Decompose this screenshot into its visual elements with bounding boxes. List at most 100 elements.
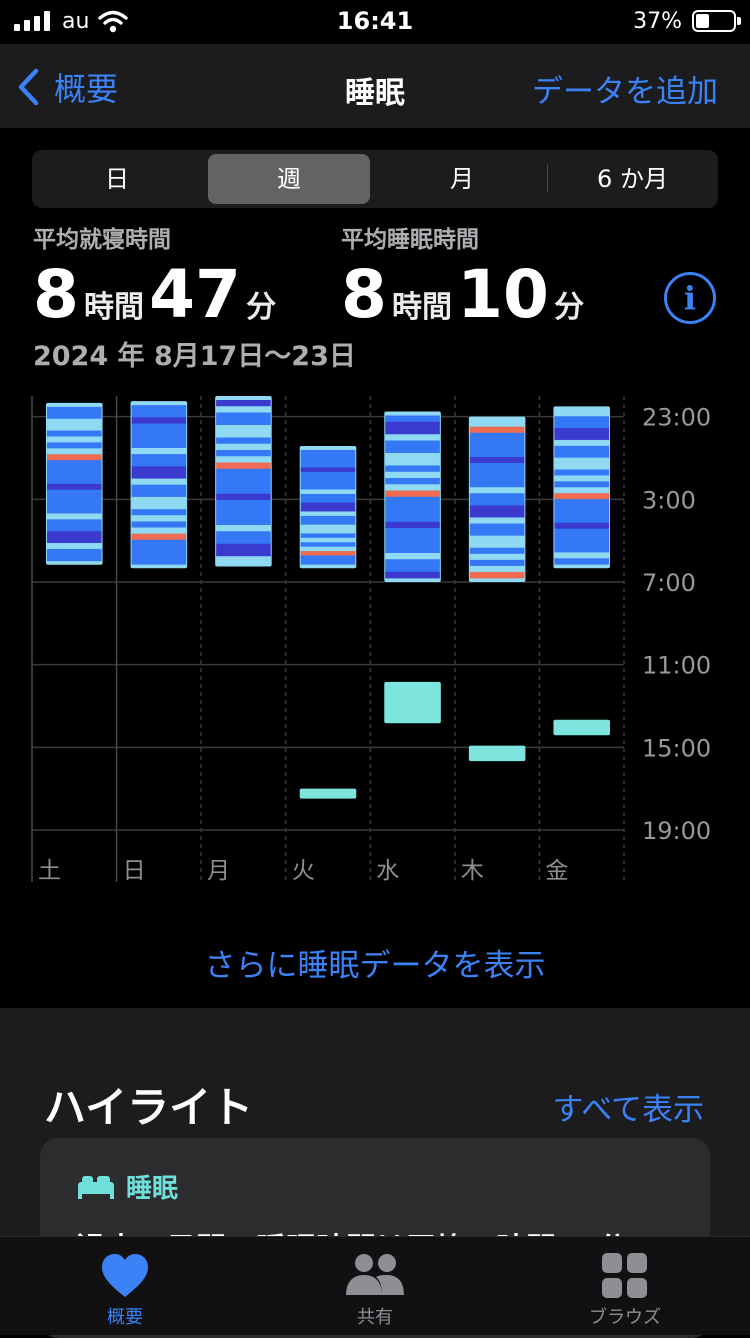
sleep-stage-segment [469, 565, 525, 573]
sleep-stage-segment [385, 521, 440, 529]
sleep-stage-segment [385, 453, 440, 460]
x-tick-label: 土 [38, 858, 61, 884]
sleep-stage-segment [216, 487, 271, 495]
add-data-button[interactable]: データを追加 [532, 66, 718, 111]
sleep-stage-segment [554, 528, 609, 536]
sleep-stage-segment [131, 472, 187, 479]
sleep-stage-segment [47, 548, 102, 556]
sleep-minutes: 10 [457, 256, 549, 333]
y-tick-label: 11:00 [642, 652, 711, 680]
sleep-stage-segment [300, 467, 356, 473]
sleep-stage-segment [216, 500, 271, 507]
sleep-stage-segment [131, 551, 187, 559]
segment-week[interactable]: 週 [208, 150, 370, 208]
sleep-stage-segment [47, 554, 102, 562]
tab-sharing[interactable]: 共有 [295, 1237, 455, 1335]
nap-bar [553, 719, 610, 736]
sleep-stage-segment [385, 484, 440, 491]
sleep-stage-segment [47, 489, 102, 497]
x-tick-label: 月 [207, 858, 230, 884]
sleep-stage-segment [131, 423, 187, 431]
sleep-stage-segment [216, 518, 271, 526]
sleep-stage-segment [554, 499, 609, 506]
sleep-stage-segment [47, 507, 102, 514]
show-more-sleep-data-link[interactable]: さらに睡眠データを表示 [0, 940, 750, 985]
sleep-stage-segment [300, 524, 356, 530]
sleep-stage-segment [216, 525, 271, 532]
sleep-stage-segment [554, 558, 609, 565]
sleep-stage-segment [216, 537, 271, 545]
sleep-stage-segment [131, 503, 187, 510]
sleep-stage-segment [385, 553, 440, 560]
sleep-stage-segment [469, 469, 525, 476]
sleep-stage-segment [47, 436, 102, 443]
y-tick-label: 7:00 [642, 569, 696, 597]
sleep-stage-segment [554, 428, 609, 435]
tab-browse[interactable]: ブラウズ [545, 1237, 705, 1335]
sleep-stage-segment [47, 454, 102, 461]
avg-bedtime-value: 8 時間 47 分 [33, 262, 276, 328]
sleep-stage-segment [216, 468, 271, 476]
sleep-stage-segment [131, 527, 187, 535]
sleep-stage-segment [554, 510, 609, 518]
sleep-stage-segment [47, 525, 102, 532]
nap-bar [299, 788, 357, 799]
sleep-stage-segment [554, 487, 609, 494]
sleep-stage-segment [47, 448, 102, 455]
sleep-stage-segment [300, 515, 356, 521]
sleep-stage-segment [300, 555, 356, 561]
segment-month[interactable]: 月 [377, 150, 547, 208]
sleep-stage-segment [554, 546, 609, 553]
sleep-stage-segment [300, 449, 356, 455]
sleep-stage-segment [385, 496, 440, 504]
highlight-category-label: 睡眠 [126, 1174, 179, 1204]
show-all-link[interactable]: すべて表示 [552, 1084, 704, 1129]
tab-sharing-label: 共有 [357, 1307, 393, 1328]
sleep-stage-segment [216, 425, 271, 432]
sleep-stage-segment [469, 517, 525, 524]
sleep-stage-segment [131, 454, 187, 461]
battery-percent: 37% [633, 9, 682, 34]
sleep-stage-segment [131, 441, 187, 449]
sleep-stage-segment [131, 545, 187, 553]
sleep-stage-segment [554, 552, 609, 559]
x-tick-label: 火 [292, 858, 315, 884]
sleep-stage-segment [554, 469, 609, 476]
avg-sleep-label: 平均睡眠時間 [341, 227, 479, 253]
sleep-stage-segment [300, 537, 356, 543]
info-icon[interactable]: i [664, 272, 716, 324]
sleep-stage-segment [554, 505, 609, 512]
sleep-stage-segment [385, 465, 440, 473]
sleep-stage-segment [47, 460, 102, 467]
y-tick-label: 15:00 [642, 734, 711, 762]
x-tick-label: 金 [545, 858, 568, 884]
segment-6-months[interactable]: 6 か月 [547, 150, 718, 208]
sleep-stage-segment [554, 439, 609, 447]
sleep-hours: 8 [341, 256, 387, 333]
sleep-stage-segment [469, 475, 525, 482]
sleep-stage-segment [469, 559, 525, 567]
sleep-stage-segment [385, 440, 440, 448]
sleep-stage-segment [300, 489, 356, 495]
sleep-stage-segment [554, 516, 609, 524]
tab-summary[interactable]: 概要 [45, 1237, 205, 1335]
sleep-stage-segment [131, 405, 187, 412]
bedtime-hours: 8 [33, 256, 79, 333]
sleep-stage-segment [385, 565, 440, 573]
grid-icon [602, 1253, 647, 1298]
sleep-stage-segment [469, 432, 525, 440]
nap-bar [384, 681, 441, 724]
sleep-stage-segment [469, 463, 525, 470]
highlights-title: ハイライト [44, 1083, 254, 1132]
heart-icon [102, 1254, 148, 1297]
sleep-stage-segment [300, 485, 356, 490]
sleep-stage-segment [47, 495, 102, 502]
sleep-stage-segment [385, 471, 440, 479]
hours-unit: 時間 [84, 290, 145, 325]
sleep-stage-segment [469, 456, 525, 464]
sleep-stage-segment [554, 451, 609, 459]
sleep-stage-segment [385, 490, 440, 498]
sleep-stage-segment [216, 443, 271, 451]
sleep-stage-segment [216, 550, 271, 557]
segment-day[interactable]: 日 [32, 150, 202, 208]
